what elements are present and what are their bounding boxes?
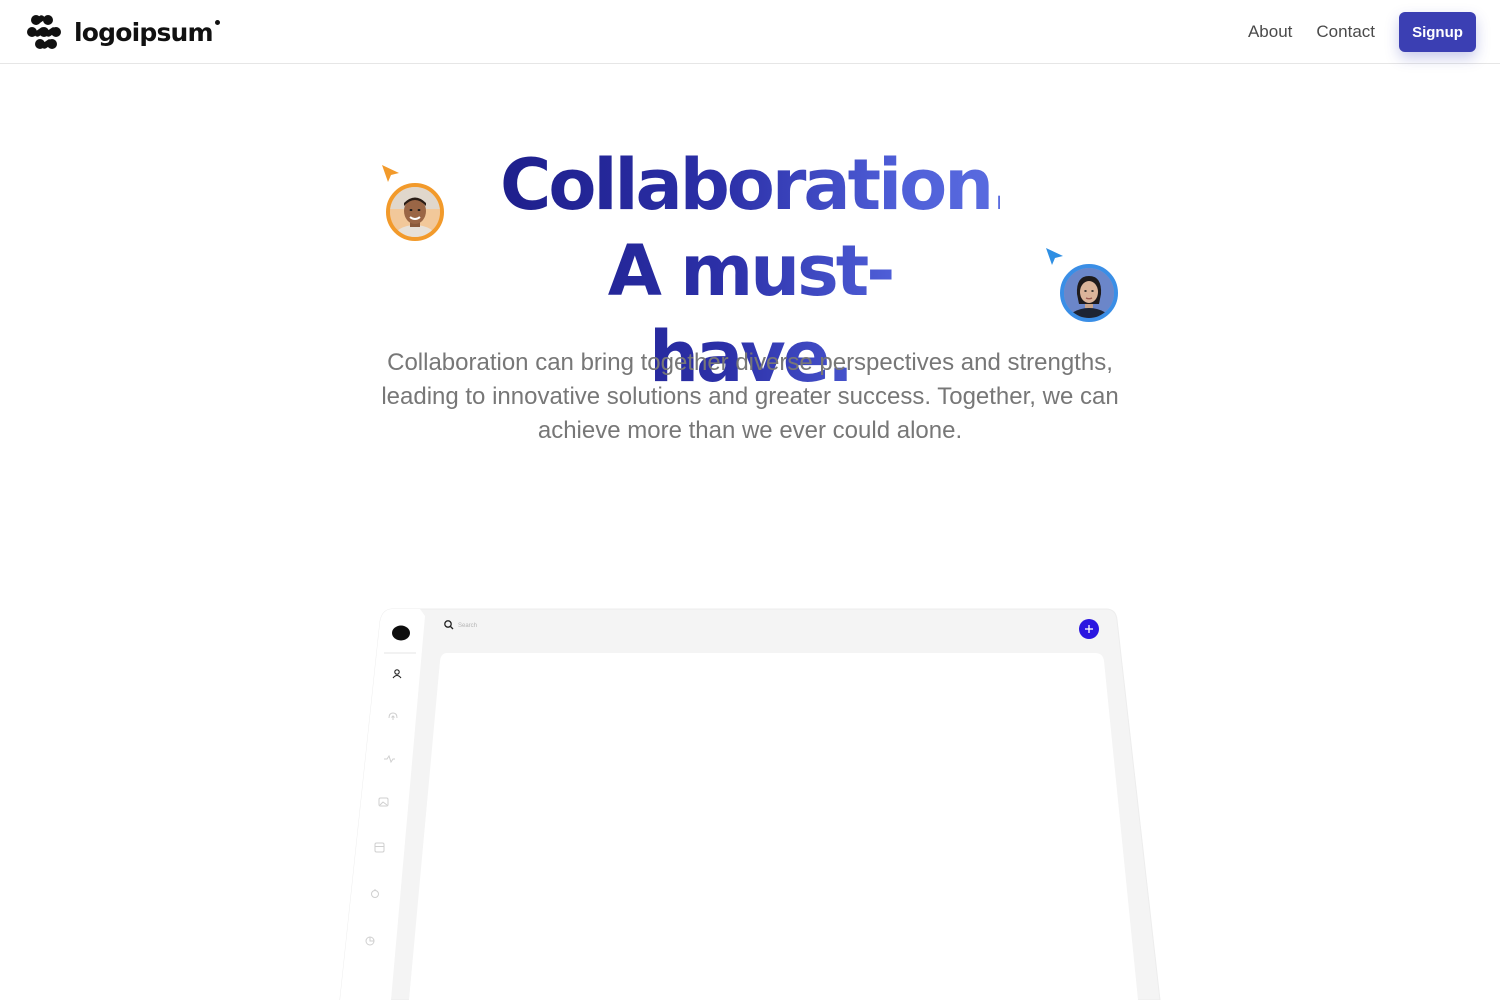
site-header: logoipsum About Contact Signup	[0, 0, 1500, 64]
hero-subtitle: Collaboration can bring together diverse…	[381, 349, 1119, 444]
orange-cursor-icon	[382, 165, 399, 182]
search-input[interactable]: Search	[458, 623, 477, 629]
nav-contact-link[interactable]: Contact	[1316, 22, 1375, 42]
logo-dot	[214, 19, 220, 25]
signup-button[interactable]: Signup	[1399, 12, 1476, 52]
nav-about-link[interactable]: About	[1248, 22, 1292, 42]
logo-mark-icon	[27, 15, 61, 49]
blue-cursor-icon	[1046, 248, 1063, 265]
avatar-man	[386, 183, 444, 241]
hero-title-line-1: Collaboration.	[500, 144, 1018, 226]
mockup-avatar-dot	[392, 625, 410, 641]
avatar-man-portrait	[390, 187, 440, 237]
mockup-content-area	[409, 653, 1138, 1000]
app-mockup: Search	[339, 608, 1161, 1000]
main-nav: About Contact Signup	[1248, 12, 1476, 52]
avatar-woman-portrait	[1064, 268, 1114, 318]
add-button[interactable]	[1079, 619, 1099, 639]
brand-logo[interactable]: logoipsum	[26, 14, 228, 50]
logo-text: logoipsum	[74, 17, 214, 47]
avatar-woman	[1060, 264, 1118, 322]
